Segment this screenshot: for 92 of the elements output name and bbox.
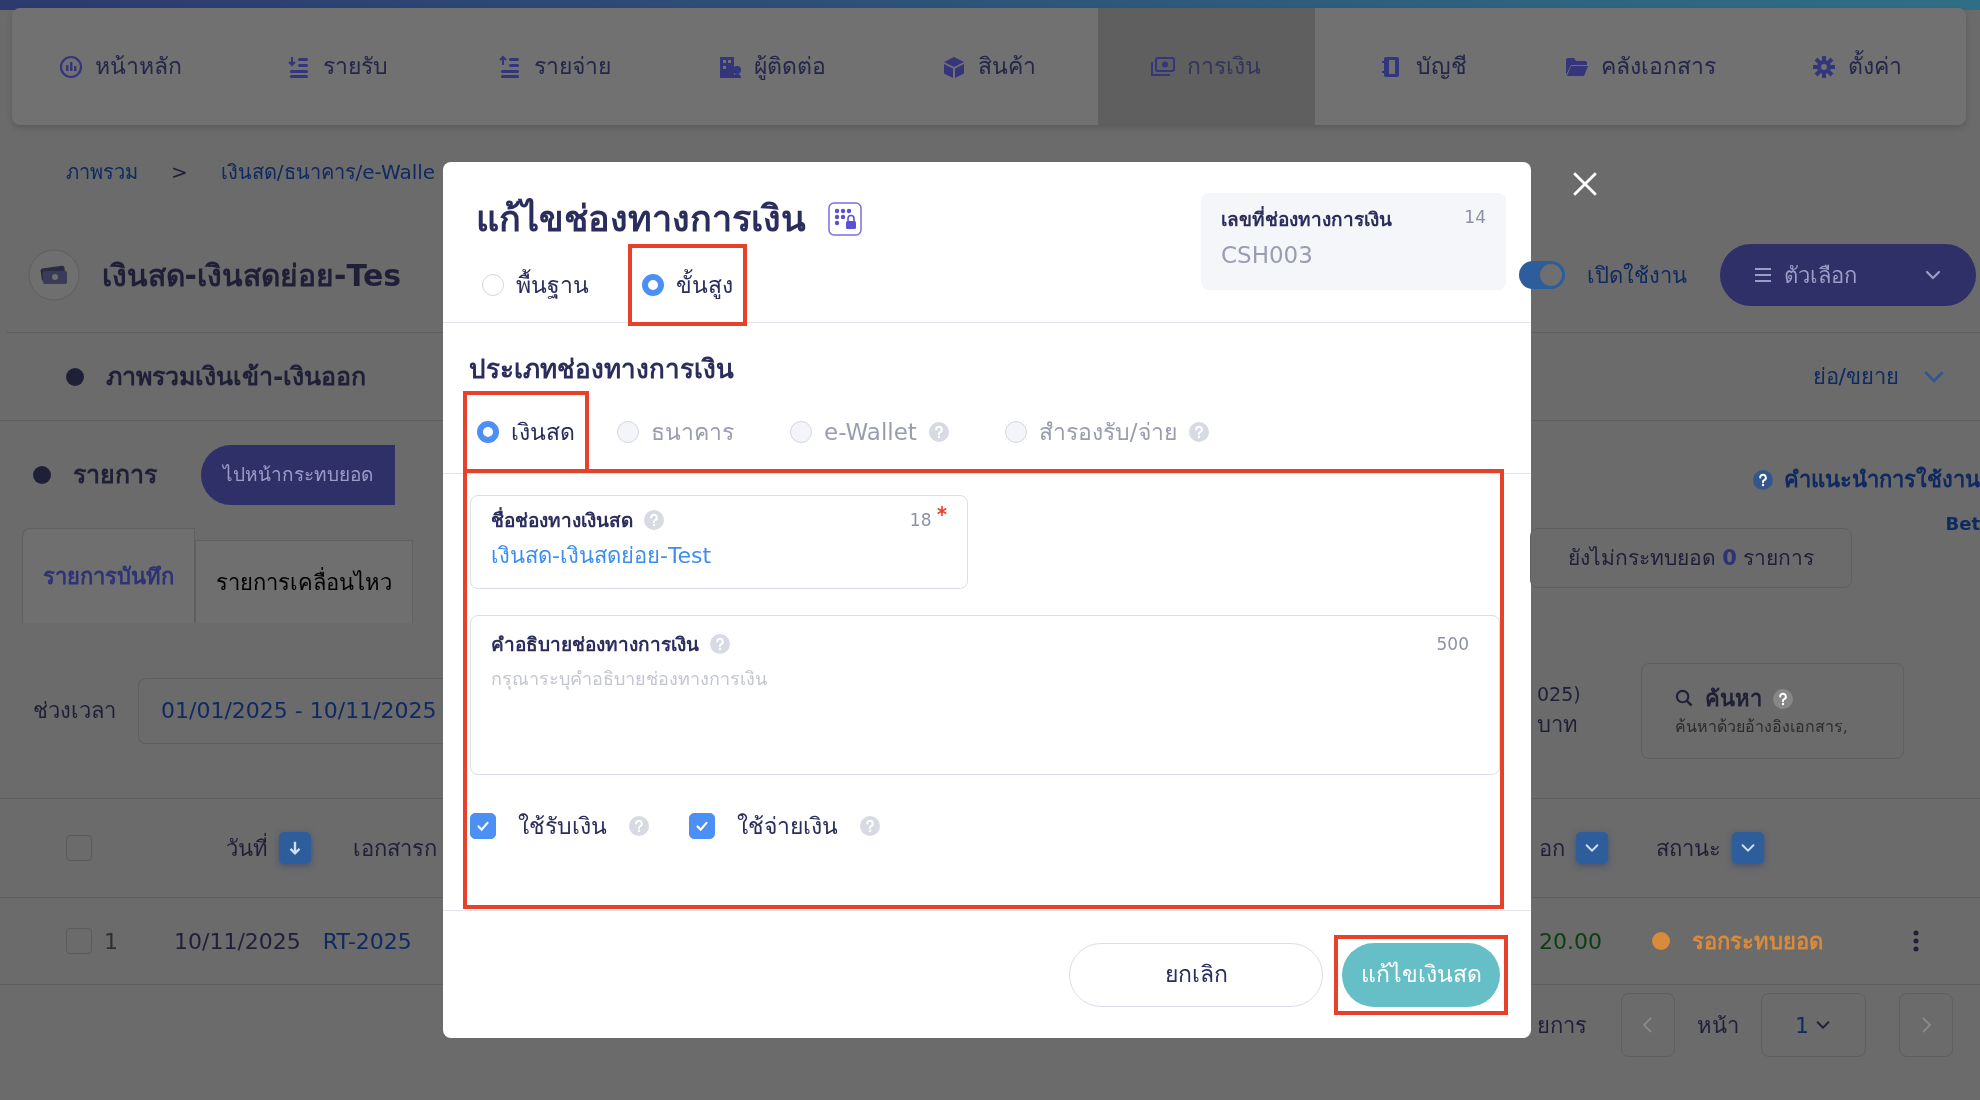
breadcrumb-link[interactable]: ภาพรวม	[66, 156, 138, 187]
tab[interactable]: รายการเคลื่อนไหว	[195, 540, 413, 623]
help-icon	[1188, 422, 1209, 442]
collapse-toggle-link[interactable]: ย่อ/ขยาย	[1812, 360, 1899, 393]
character-counter: 18	[909, 508, 932, 532]
nav-tab[interactable]: รายจ่าย	[446, 8, 664, 125]
status-text: รอกระทบยอด	[1692, 927, 1823, 956]
nav-label: ผู้ติดต่อ	[753, 52, 826, 82]
row-number: 1	[104, 927, 118, 956]
submit-button[interactable]: แก้ไขเงินสด	[1342, 942, 1500, 1007]
help-icon	[928, 422, 949, 442]
nav-label: รายจ่าย	[534, 52, 612, 82]
help-icon[interactable]	[1772, 688, 1793, 709]
nav-tab[interactable]: คลังเอกสาร	[1531, 8, 1749, 125]
amount-cell-text: 20.00	[1539, 927, 1602, 956]
nav-label: สินค้า	[978, 52, 1036, 82]
radio-option[interactable]: ขั้นสูง	[628, 244, 747, 326]
nav-label: ตั้งค่า	[1848, 49, 1903, 84]
modal-title: แก้ไขช่องทางการเงิน	[476, 197, 806, 241]
page-title: เงินสด-เงินสดย่อย-Tes	[101, 256, 402, 295]
search-placeholder: ค้นหาด้วยอ้างอิงเอกสาร,	[1674, 716, 1849, 738]
field-label: คำอธิบายช่องทางการเงิน	[491, 632, 699, 657]
building-icon	[717, 54, 742, 79]
bullet-icon	[33, 465, 51, 484]
period-label: ช่วงเวลา	[33, 697, 116, 725]
sort-button[interactable]	[279, 832, 311, 864]
code-label: เลขที่ช่องทางการเงิน	[1221, 205, 1392, 232]
money-icon	[1151, 54, 1176, 79]
column-header: เอกสารก	[353, 834, 437, 863]
column-header: อก	[1539, 834, 1565, 863]
radio-option[interactable]: พื้นฐาน	[468, 244, 603, 326]
search-label: ค้นหา	[1704, 685, 1762, 713]
column-header: สถานะ	[1656, 834, 1721, 863]
text-field[interactable]: ชื่อช่องทางเงินสด 18 เงินสด-เงินสดย่อย-Test	[470, 495, 968, 589]
character-counter: 14	[1464, 206, 1486, 229]
breadcrumb-separator: >	[171, 158, 188, 186]
checkbox-label: ใช้จ่ายเงิน	[737, 812, 838, 841]
box-icon	[942, 54, 966, 79]
column-header: วันที่	[226, 832, 268, 863]
menu-icon	[1753, 265, 1773, 285]
page-label: หน้า	[1697, 1011, 1739, 1040]
toggle-label: เปิดใช้งาน	[1587, 261, 1687, 290]
help-icon	[1753, 469, 1773, 490]
options-button[interactable]: ตัวเลือก	[1720, 244, 1976, 306]
pagination-text: ยการ	[1537, 1011, 1587, 1040]
nav-label: บัญชี	[1415, 52, 1467, 82]
date-range-field[interactable]: 01/01/2025 - 10/11/2025	[138, 677, 443, 744]
nav-tab[interactable]: ผู้ติดต่อ	[663, 8, 881, 125]
bullet-icon	[66, 367, 84, 386]
nav-label: หน้าหลัก	[95, 52, 183, 82]
close-icon	[1572, 171, 1598, 197]
grid-lock-icon	[828, 202, 862, 236]
beta-label: Bet	[1945, 512, 1980, 536]
cancel-button[interactable]: ยกเลิก	[1069, 942, 1323, 1007]
breadcrumb-link[interactable]: เงินสด/ธนาคาร/e-Walle	[220, 156, 436, 187]
field-label: ชื่อช่องทางเงินสด	[491, 506, 633, 533]
section-heading: ประเภทช่องทางการเงิน	[469, 353, 735, 386]
nav-tab[interactable]: หน้าหลัก	[12, 8, 230, 125]
search-icon	[1674, 689, 1694, 708]
filter-button[interactable]	[1732, 832, 1764, 864]
code-value: CSH003	[1221, 240, 1314, 270]
table-cell-text: 10/11/2025	[174, 927, 301, 956]
nav-tab[interactable]: รายรับ	[229, 8, 447, 125]
nav-label: รายรับ	[323, 52, 389, 82]
reconcile-button[interactable]: ไปหน้ากระทบยอด	[201, 444, 395, 505]
nav-tab[interactable]: บัญชี	[1314, 8, 1532, 125]
settings-icon	[1812, 54, 1837, 79]
nav-label: คลังเอกสาร	[1600, 52, 1716, 82]
checkbox-label: ใช้รับเงิน	[518, 812, 607, 841]
checkbox[interactable]	[689, 813, 715, 840]
usage-guide-link[interactable]: คำแนะนำการใช้งาน	[1753, 463, 1980, 496]
field-value: เงินสด-เงินสดย่อย-Test	[491, 541, 713, 570]
toggle-switch[interactable]	[1519, 261, 1565, 289]
summary-text: 025)	[1537, 681, 1581, 707]
nav-tab[interactable]: ตั้งค่า	[1748, 8, 1966, 125]
page-select[interactable]: 1	[1761, 993, 1866, 1057]
chart-icon	[59, 54, 84, 79]
checkbox[interactable]	[470, 813, 496, 840]
summary-text: บาท	[1537, 711, 1579, 740]
character-counter: 500	[1436, 632, 1469, 656]
filter-button[interactable]	[1576, 832, 1608, 864]
nav-tab[interactable]: สินค้า	[880, 8, 1098, 125]
text-area[interactable]: คำอธิบายช่องทางการเงิน 500 กรุณาระบุคำอธิบายช่องทางการเงิน	[470, 615, 1500, 775]
section-title: รายการ	[73, 458, 157, 491]
more-vertical-icon[interactable]	[1913, 930, 1919, 952]
section-title: ภาพรวมเงินเข้า-เงินออก	[106, 360, 367, 393]
field-placeholder: กรุณาระบุคำอธิบายช่องทางการเงิน	[491, 666, 768, 692]
tab[interactable]: รายการบันทึก	[22, 528, 195, 623]
cash-icon	[27, 249, 80, 301]
unreconciled-count: ยังไม่กระทบยอด 0 รายการ	[1530, 528, 1852, 588]
document-link[interactable]: RT-2025	[322, 924, 412, 958]
search-field[interactable]: ค้นหา ค้นหาด้วยอ้างอิงเอกสาร,	[1640, 662, 1904, 759]
